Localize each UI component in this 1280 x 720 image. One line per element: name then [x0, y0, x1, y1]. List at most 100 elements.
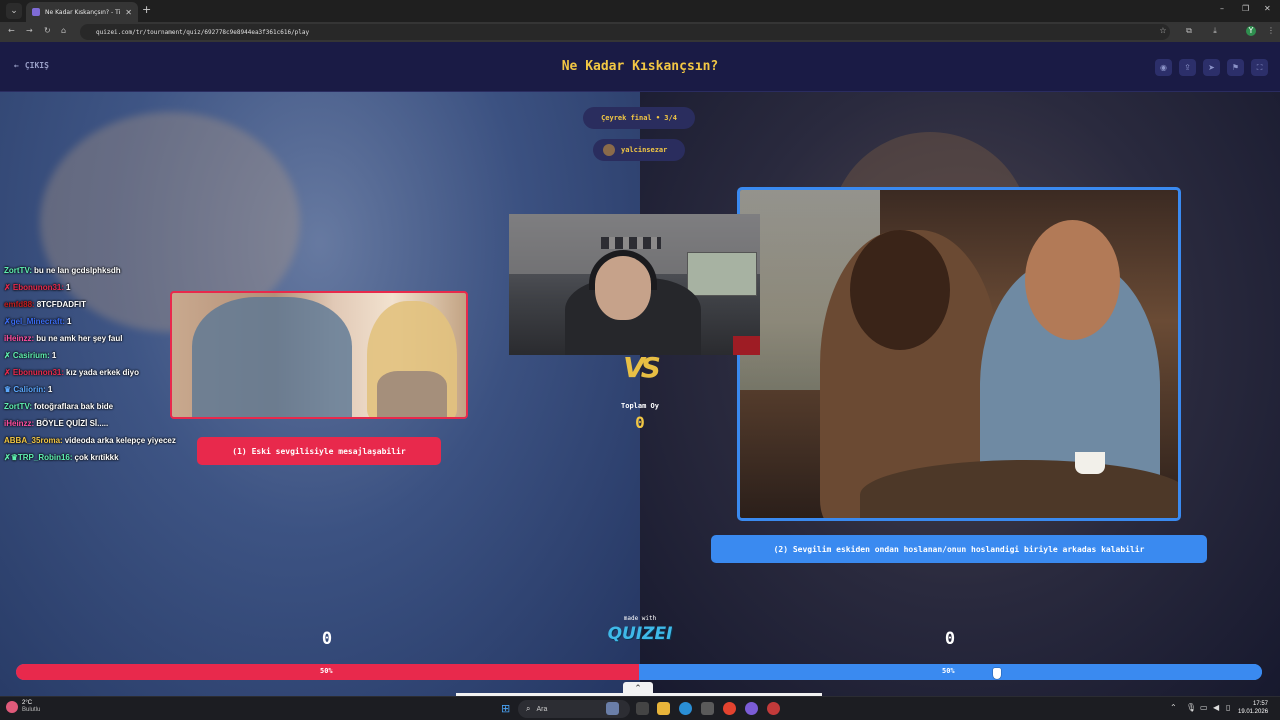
address-bar[interactable]: quizei.com/tr/tournament/quiz/692778c9e8…	[80, 24, 1170, 40]
discord-icon[interactable]	[745, 702, 758, 715]
chat-username: iHeinzz:	[4, 419, 35, 428]
back-arrow-icon[interactable]: ←	[8, 26, 15, 35]
chat-username: ♛ Caliorin:	[4, 385, 46, 394]
chat-text: kız yada erkek diyo	[66, 368, 139, 377]
choice-right-image[interactable]	[737, 187, 1181, 521]
browser-tab-bar: ⌄ Ne Kadar Kıskançsın? - Tier Lis ✕ + – …	[0, 0, 1280, 22]
search-icon: ⌕	[526, 704, 531, 713]
woman-figure	[377, 371, 447, 417]
share-icon[interactable]: ⇪	[1179, 59, 1196, 76]
extensions-icon[interactable]: ⧉	[1184, 26, 1194, 36]
weather-widget[interactable]: 2°C Bulutlu	[6, 700, 40, 714]
store-icon[interactable]	[701, 702, 714, 715]
cam-frames	[601, 237, 661, 249]
choice-left-image[interactable]	[170, 291, 468, 419]
url-text: quizei.com/tr/tournament/quiz/692778c9e8…	[96, 28, 310, 36]
coffee-cup	[1075, 452, 1105, 474]
made-with-text: made with	[623, 615, 657, 622]
man-head	[850, 230, 950, 350]
minimize-icon[interactable]: –	[1220, 4, 1224, 13]
windows-taskbar: 2°C Bulutlu ⊞ ⌕ Ara ⌃ 🎙 ▭ ◀ ▯ 17:57 19.0…	[0, 696, 1280, 720]
bookmark-star-icon[interactable]: ☆	[1158, 26, 1168, 36]
chat-username: iHeinzz:	[4, 334, 35, 343]
chat-username: ✗♛TRP_Robin16:	[4, 453, 73, 462]
forward-arrow-icon[interactable]: →	[26, 26, 33, 35]
page-title: Ne Kadar Kıskançsın?	[561, 59, 719, 74]
weather-text: Bulutlu	[22, 707, 41, 713]
chat-username: ✗ Ebonunon31:	[4, 283, 65, 292]
choice-right-label[interactable]: (2) Sevgilim eskiden ondan hoslanan/onun…	[711, 535, 1207, 563]
webcam-overlay	[509, 214, 760, 355]
chat-username: ✗ Ebonunon31:	[4, 368, 65, 377]
chat-text: videoda arka kelepçe yiyecez	[64, 436, 176, 445]
browser-menu-icon[interactable]: ⋮	[1266, 26, 1276, 36]
tab-title: Ne Kadar Kıskançsın? - Tier Lis	[45, 8, 121, 16]
hand-cursor-icon	[993, 668, 1001, 679]
taskbar-clock[interactable]: 17:57 19.01.2026	[1238, 700, 1268, 716]
new-tab-plus-icon[interactable]: +	[142, 4, 151, 16]
home-icon[interactable]: ⌂	[61, 26, 66, 35]
microphone-icon[interactable]: 🎙	[1186, 703, 1196, 712]
file-explorer-icon[interactable]	[657, 702, 670, 715]
avatar	[603, 144, 615, 156]
chat-message: ✗♛TRP_Robin16: çok krıtikkk	[4, 452, 204, 469]
edge-icon[interactable]	[679, 702, 692, 715]
send-icon[interactable]: ➤	[1203, 59, 1220, 76]
browser-tab[interactable]: Ne Kadar Kıskançsın? - Tier Lis ✕	[26, 2, 138, 22]
tab-search-chevron-icon[interactable]: ⌄	[6, 3, 22, 19]
total-votes-label: Toplam Oy	[621, 402, 659, 410]
gaming-chair	[733, 336, 760, 355]
chat-text: BÖYLE QUİZİ Sİ.....	[36, 419, 109, 428]
network-icon[interactable]: ▭	[1200, 703, 1208, 712]
windows-start-icon[interactable]: ⊞	[501, 703, 513, 715]
reload-icon[interactable]: ↻	[44, 26, 51, 35]
quizei-logo: QUIZEI	[607, 624, 673, 644]
obs-icon[interactable]	[767, 702, 780, 715]
chat-username: ✗ Casirium:	[4, 351, 50, 360]
woman-head	[1025, 220, 1120, 340]
chat-text: 1	[66, 283, 71, 292]
left-vote-percent: 50%	[320, 667, 333, 675]
widget-scene-icon[interactable]	[606, 702, 619, 715]
user-badge: yalcinsezar	[593, 139, 685, 161]
chat-username: ✗gel_Minecraft:	[4, 317, 65, 326]
close-window-icon[interactable]: ✕	[1264, 4, 1271, 13]
choice-left-label[interactable]: (1) Eski sevgilisiyle mesajlaşabilir	[197, 437, 441, 465]
chrome-icon[interactable]	[723, 702, 736, 715]
close-tab-icon[interactable]: ✕	[125, 8, 132, 17]
chevron-up-icon[interactable]: ⌃	[623, 682, 653, 696]
chat-username: ZortTV:	[4, 402, 32, 411]
chat-message: iHeinzz: BÖYLE QUİZİ Sİ.....	[4, 418, 204, 435]
chat-text: fotoğraflara bak bide	[34, 402, 114, 411]
right-vote-percent: 50%	[942, 667, 955, 675]
extension-red-icon[interactable]	[1228, 26, 1238, 36]
quiz-stage: Çeyrek final • 3/4 yalcinsezar ZortTV: bu…	[0, 92, 1280, 696]
total-votes-value: 0	[635, 413, 645, 432]
task-view-icon[interactable]	[636, 702, 649, 715]
chat-username: ABBA_35roma:	[4, 436, 63, 445]
chat-text: 1	[51, 351, 57, 360]
download-icon[interactable]: ⤓	[1210, 26, 1220, 36]
left-score: 0	[321, 629, 333, 649]
chat-text: bu ne lan gcdslphksdh	[34, 266, 121, 275]
weather-icon	[6, 701, 18, 713]
date: 19.01.2026	[1238, 709, 1269, 715]
restore-icon[interactable]: ❐	[1242, 4, 1249, 13]
eye-icon[interactable]: ◉	[1155, 59, 1172, 76]
man-figure	[192, 297, 352, 417]
username: yalcinsezar	[621, 146, 668, 154]
chat-text: 1	[66, 317, 72, 326]
browser-toolbar: ← → ↻ ⌂ quizei.com/tr/tournament/quiz/69…	[0, 22, 1280, 42]
battery-icon[interactable]: ▯	[1226, 703, 1230, 712]
profile-avatar-icon[interactable]: Y	[1246, 26, 1256, 36]
flag-icon[interactable]: ⚑	[1227, 59, 1244, 76]
chat-text: 1	[47, 385, 53, 394]
volume-icon[interactable]: ◀	[1213, 703, 1219, 712]
chat-text: bu ne amk her şey faul	[36, 334, 123, 343]
fullscreen-icon[interactable]: ⛶	[1251, 59, 1268, 76]
chat-text: çok krıtikkk	[74, 453, 119, 462]
app-header: ← ÇIKIŞ Ne Kadar Kıskançsın? ◉ ⇪ ➤ ⚑ ⛶	[0, 42, 1280, 92]
search-label: Ara	[536, 705, 548, 713]
tray-chevron-icon[interactable]: ⌃	[1170, 703, 1177, 712]
chat-username: emfd88:	[4, 300, 35, 309]
